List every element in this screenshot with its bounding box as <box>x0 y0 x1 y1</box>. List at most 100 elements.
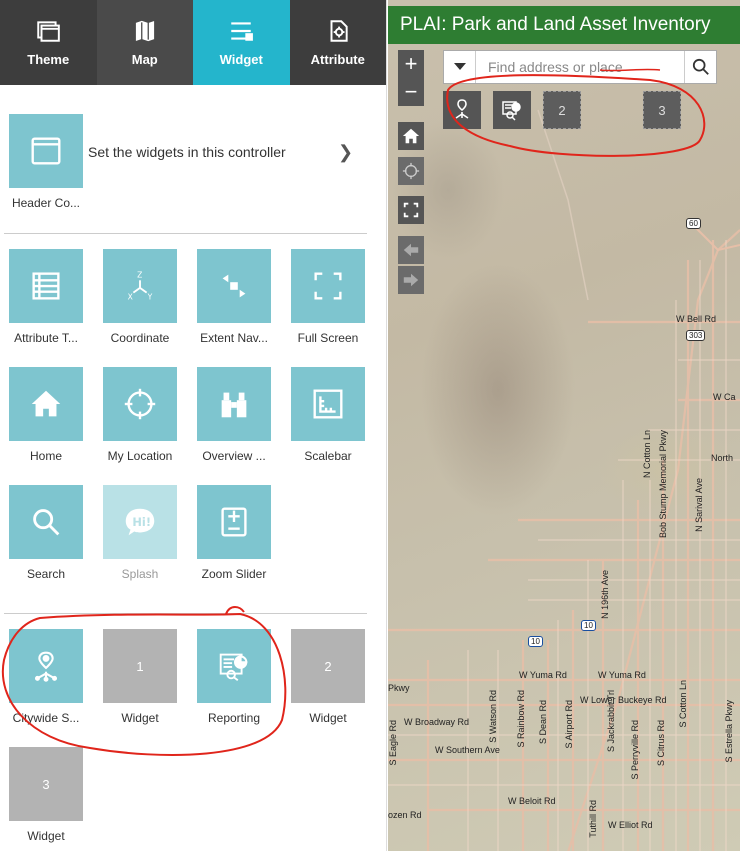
tab-widget[interactable]: Widget <box>193 0 290 85</box>
zoom-control: + − <box>398 50 424 106</box>
network-pin-icon <box>34 651 58 682</box>
scalebar-icon <box>313 389 343 419</box>
widget-icon <box>231 22 254 41</box>
tab-label: Theme <box>27 52 70 67</box>
widget-label: Reporting <box>207 711 261 725</box>
widget-extent-navigate[interactable]: Extent Nav... <box>196 249 272 345</box>
fullscreen-button[interactable] <box>398 196 424 224</box>
extent-arrows-icon <box>222 274 246 298</box>
widget-label: Scalebar <box>304 449 352 463</box>
widget-full-screen[interactable]: Full Screen <box>290 249 366 345</box>
widget-label: Extent Nav... <box>200 331 268 345</box>
widget-overview-map[interactable]: Overview ... <box>196 367 272 463</box>
map-label: S Dean Rd <box>538 700 548 745</box>
attribute-icon <box>330 20 348 42</box>
placeholder-number: 3 <box>9 747 83 821</box>
widget-splash[interactable]: Hi! Splash <box>102 485 178 581</box>
widget-box <box>9 485 83 559</box>
onmap-placeholder-3[interactable]: 3 <box>643 91 681 129</box>
chevron-right-icon[interactable]: ❯ <box>338 142 353 163</box>
magnifier-icon <box>33 509 60 536</box>
search-button[interactable] <box>684 51 716 83</box>
map-label: S Estrella Pkwy <box>724 700 734 763</box>
onmap-citywide-button[interactable] <box>443 91 481 129</box>
binoculars-icon <box>221 392 247 418</box>
map-label: N Sarival Ave <box>694 478 704 532</box>
tab-attribute[interactable]: Attribute <box>289 0 386 85</box>
widget-placeholder-2[interactable]: 2 Widget <box>290 629 366 725</box>
my-location-button[interactable] <box>398 157 424 185</box>
search-source-dropdown[interactable] <box>444 51 476 83</box>
map-label: S Watson Rd <box>488 690 498 743</box>
widget-reporting[interactable]: Reporting <box>196 629 272 725</box>
map-view[interactable]: W Bell Rd W Ca North W Yuma Rd W Yuma Rd… <box>388 0 740 851</box>
widget-box: Hi! <box>103 485 177 559</box>
header-window-icon <box>31 137 61 165</box>
tab-label: Map <box>131 52 158 67</box>
map-label: W Yuma Rd <box>598 670 646 680</box>
header-controller-label: Header Co... <box>11 196 81 210</box>
widget-label: Widget <box>27 829 65 843</box>
widget-box <box>197 485 271 559</box>
map-label: Bob Stump Memorial Pkwy <box>658 430 668 539</box>
widget-my-location[interactable]: My Location <box>102 367 178 463</box>
onmap-reporting-button[interactable] <box>493 91 531 129</box>
table-icon <box>32 272 60 300</box>
widget-box <box>197 249 271 323</box>
svg-text:Z: Z <box>137 270 142 279</box>
widget-home[interactable]: Home <box>8 367 84 463</box>
map-label: ozen Rd <box>388 810 422 820</box>
previous-extent-button[interactable] <box>398 236 424 264</box>
divider <box>4 613 367 614</box>
hi-bubble-icon: Hi! <box>125 508 155 536</box>
widget-box <box>197 367 271 441</box>
map-label: W Bell Rd <box>676 314 717 324</box>
widget-label: Search <box>26 567 66 581</box>
network-pin-icon <box>455 99 469 119</box>
widget-box <box>103 367 177 441</box>
widget-label: Splash <box>121 567 159 581</box>
home-button[interactable] <box>398 122 424 150</box>
widget-box <box>291 249 365 323</box>
caret-down-icon <box>453 63 466 70</box>
divider <box>4 233 367 234</box>
map-label: W Beloit Rd <box>508 796 556 806</box>
widget-placeholder-3[interactable]: 3 Widget <box>8 747 84 843</box>
search-input[interactable] <box>476 51 684 83</box>
widget-label: My Location <box>107 449 173 463</box>
widget-zoom-slider[interactable]: Zoom Slider <box>196 485 272 581</box>
home-icon <box>402 128 420 144</box>
widget-box: Z X Y <box>103 249 177 323</box>
fullscreen-icon <box>403 202 419 218</box>
widget-scalebar[interactable]: Scalebar <box>290 367 366 463</box>
map-label: W Elliot Rd <box>608 820 653 830</box>
widget-search[interactable]: Search <box>8 485 84 581</box>
xyz-axes-icon: Z X Y <box>128 270 153 301</box>
tab-theme[interactable]: Theme <box>0 0 97 85</box>
zoom-in-button[interactable]: + <box>398 50 424 78</box>
onmap-placeholder-2[interactable]: 2 <box>543 91 581 129</box>
widget-box <box>9 367 83 441</box>
header-controller-tile[interactable]: Header Co... <box>8 114 84 210</box>
map-label: Tuthill Rd <box>588 800 598 838</box>
map-label: W Broadway Rd <box>404 717 470 727</box>
arrow-left-icon <box>403 243 419 257</box>
zoom-out-button[interactable]: − <box>398 78 424 106</box>
widget-label: Coordinate <box>110 331 170 345</box>
search-bar <box>443 50 717 84</box>
tab-map[interactable]: Map <box>96 0 193 85</box>
widget-placeholder-1[interactable]: 1 Widget <box>102 629 178 725</box>
theme-icon <box>37 21 61 42</box>
widget-attribute-table[interactable]: Attribute T... <box>8 249 84 345</box>
widget-label: Overview ... <box>202 449 266 463</box>
header-controller-box <box>9 114 83 188</box>
zoom-slider-icon <box>221 507 247 537</box>
report-icon <box>502 101 521 121</box>
app-title-bar: PLAI: Park and Land Asset Inventory <box>388 6 740 44</box>
next-extent-button[interactable] <box>398 266 424 294</box>
widget-label: Widget <box>309 711 347 725</box>
widget-citywide[interactable]: Citywide S... <box>8 629 84 725</box>
map-label: N 196th Ave <box>600 570 610 619</box>
widget-coordinate[interactable]: Z X Y Coordinate <box>102 249 178 345</box>
map-label: S Rainbow Rd <box>516 690 526 748</box>
